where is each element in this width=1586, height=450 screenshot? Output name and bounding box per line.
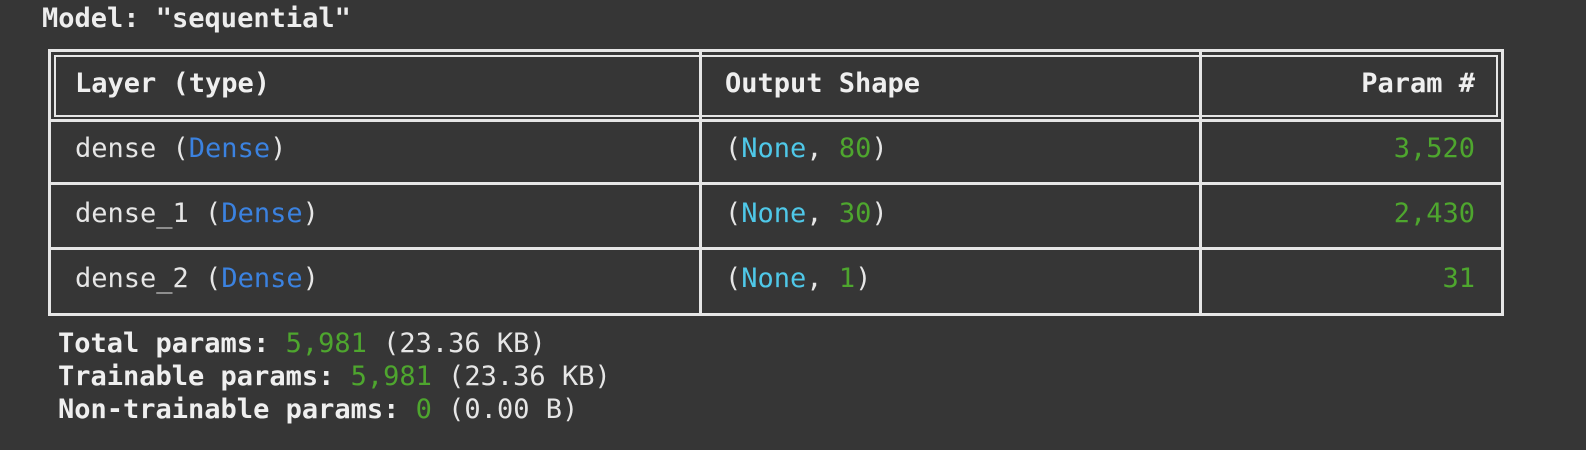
- non-trainable-params-value: 0: [415, 394, 432, 425]
- table-row-output-shape: (None, 30): [725, 198, 888, 229]
- shape-units: 80: [838, 133, 872, 164]
- total-params-value: 5,981: [285, 328, 367, 359]
- header-layer-type: Layer (type): [75, 68, 271, 99]
- total-params-line: Total params: 5,981 (23.36 KB): [58, 328, 546, 359]
- header-output-shape: Output Shape: [725, 68, 921, 99]
- total-params-size: (23.36 KB): [383, 328, 546, 359]
- model-summary-table: Layer (type) Output Shape Param # dense …: [48, 49, 1504, 316]
- row-divider: [51, 247, 1501, 250]
- table-row-layer: dense_2 (Dense): [75, 263, 319, 294]
- non-trainable-params-line: Non-trainable params: 0 (0.00 B): [58, 394, 579, 425]
- trainable-params-value: 5,981: [350, 361, 432, 392]
- shape-units: 30: [838, 198, 872, 229]
- table-row-output-shape: (None, 80): [725, 133, 888, 164]
- shape-none: None: [741, 263, 807, 294]
- table-row-param-count: 31: [1442, 263, 1475, 294]
- table-row-param-count: 2,430: [1393, 198, 1475, 229]
- header-param-count: Param #: [1361, 68, 1475, 99]
- trainable-params-size: (23.36 KB): [448, 361, 611, 392]
- table-row-layer: dense (Dense): [75, 133, 287, 164]
- table-row-layer: dense_1 (Dense): [75, 198, 319, 229]
- table-row-output-shape: (None, 1): [725, 263, 872, 294]
- non-trainable-params-size: (0.00 B): [448, 394, 579, 425]
- shape-none: None: [741, 133, 807, 164]
- trainable-params-line: Trainable params: 5,981 (23.36 KB): [58, 361, 611, 392]
- layer-type: Dense: [221, 263, 303, 294]
- layer-type: Dense: [221, 198, 303, 229]
- layer-type: Dense: [188, 133, 271, 164]
- shape-units: 1: [838, 263, 856, 294]
- row-divider: [51, 182, 1501, 185]
- model-title: Model: "sequential": [42, 3, 351, 34]
- row-divider: [51, 119, 1501, 122]
- table-row-param-count: 3,520: [1393, 133, 1475, 164]
- shape-none: None: [741, 198, 807, 229]
